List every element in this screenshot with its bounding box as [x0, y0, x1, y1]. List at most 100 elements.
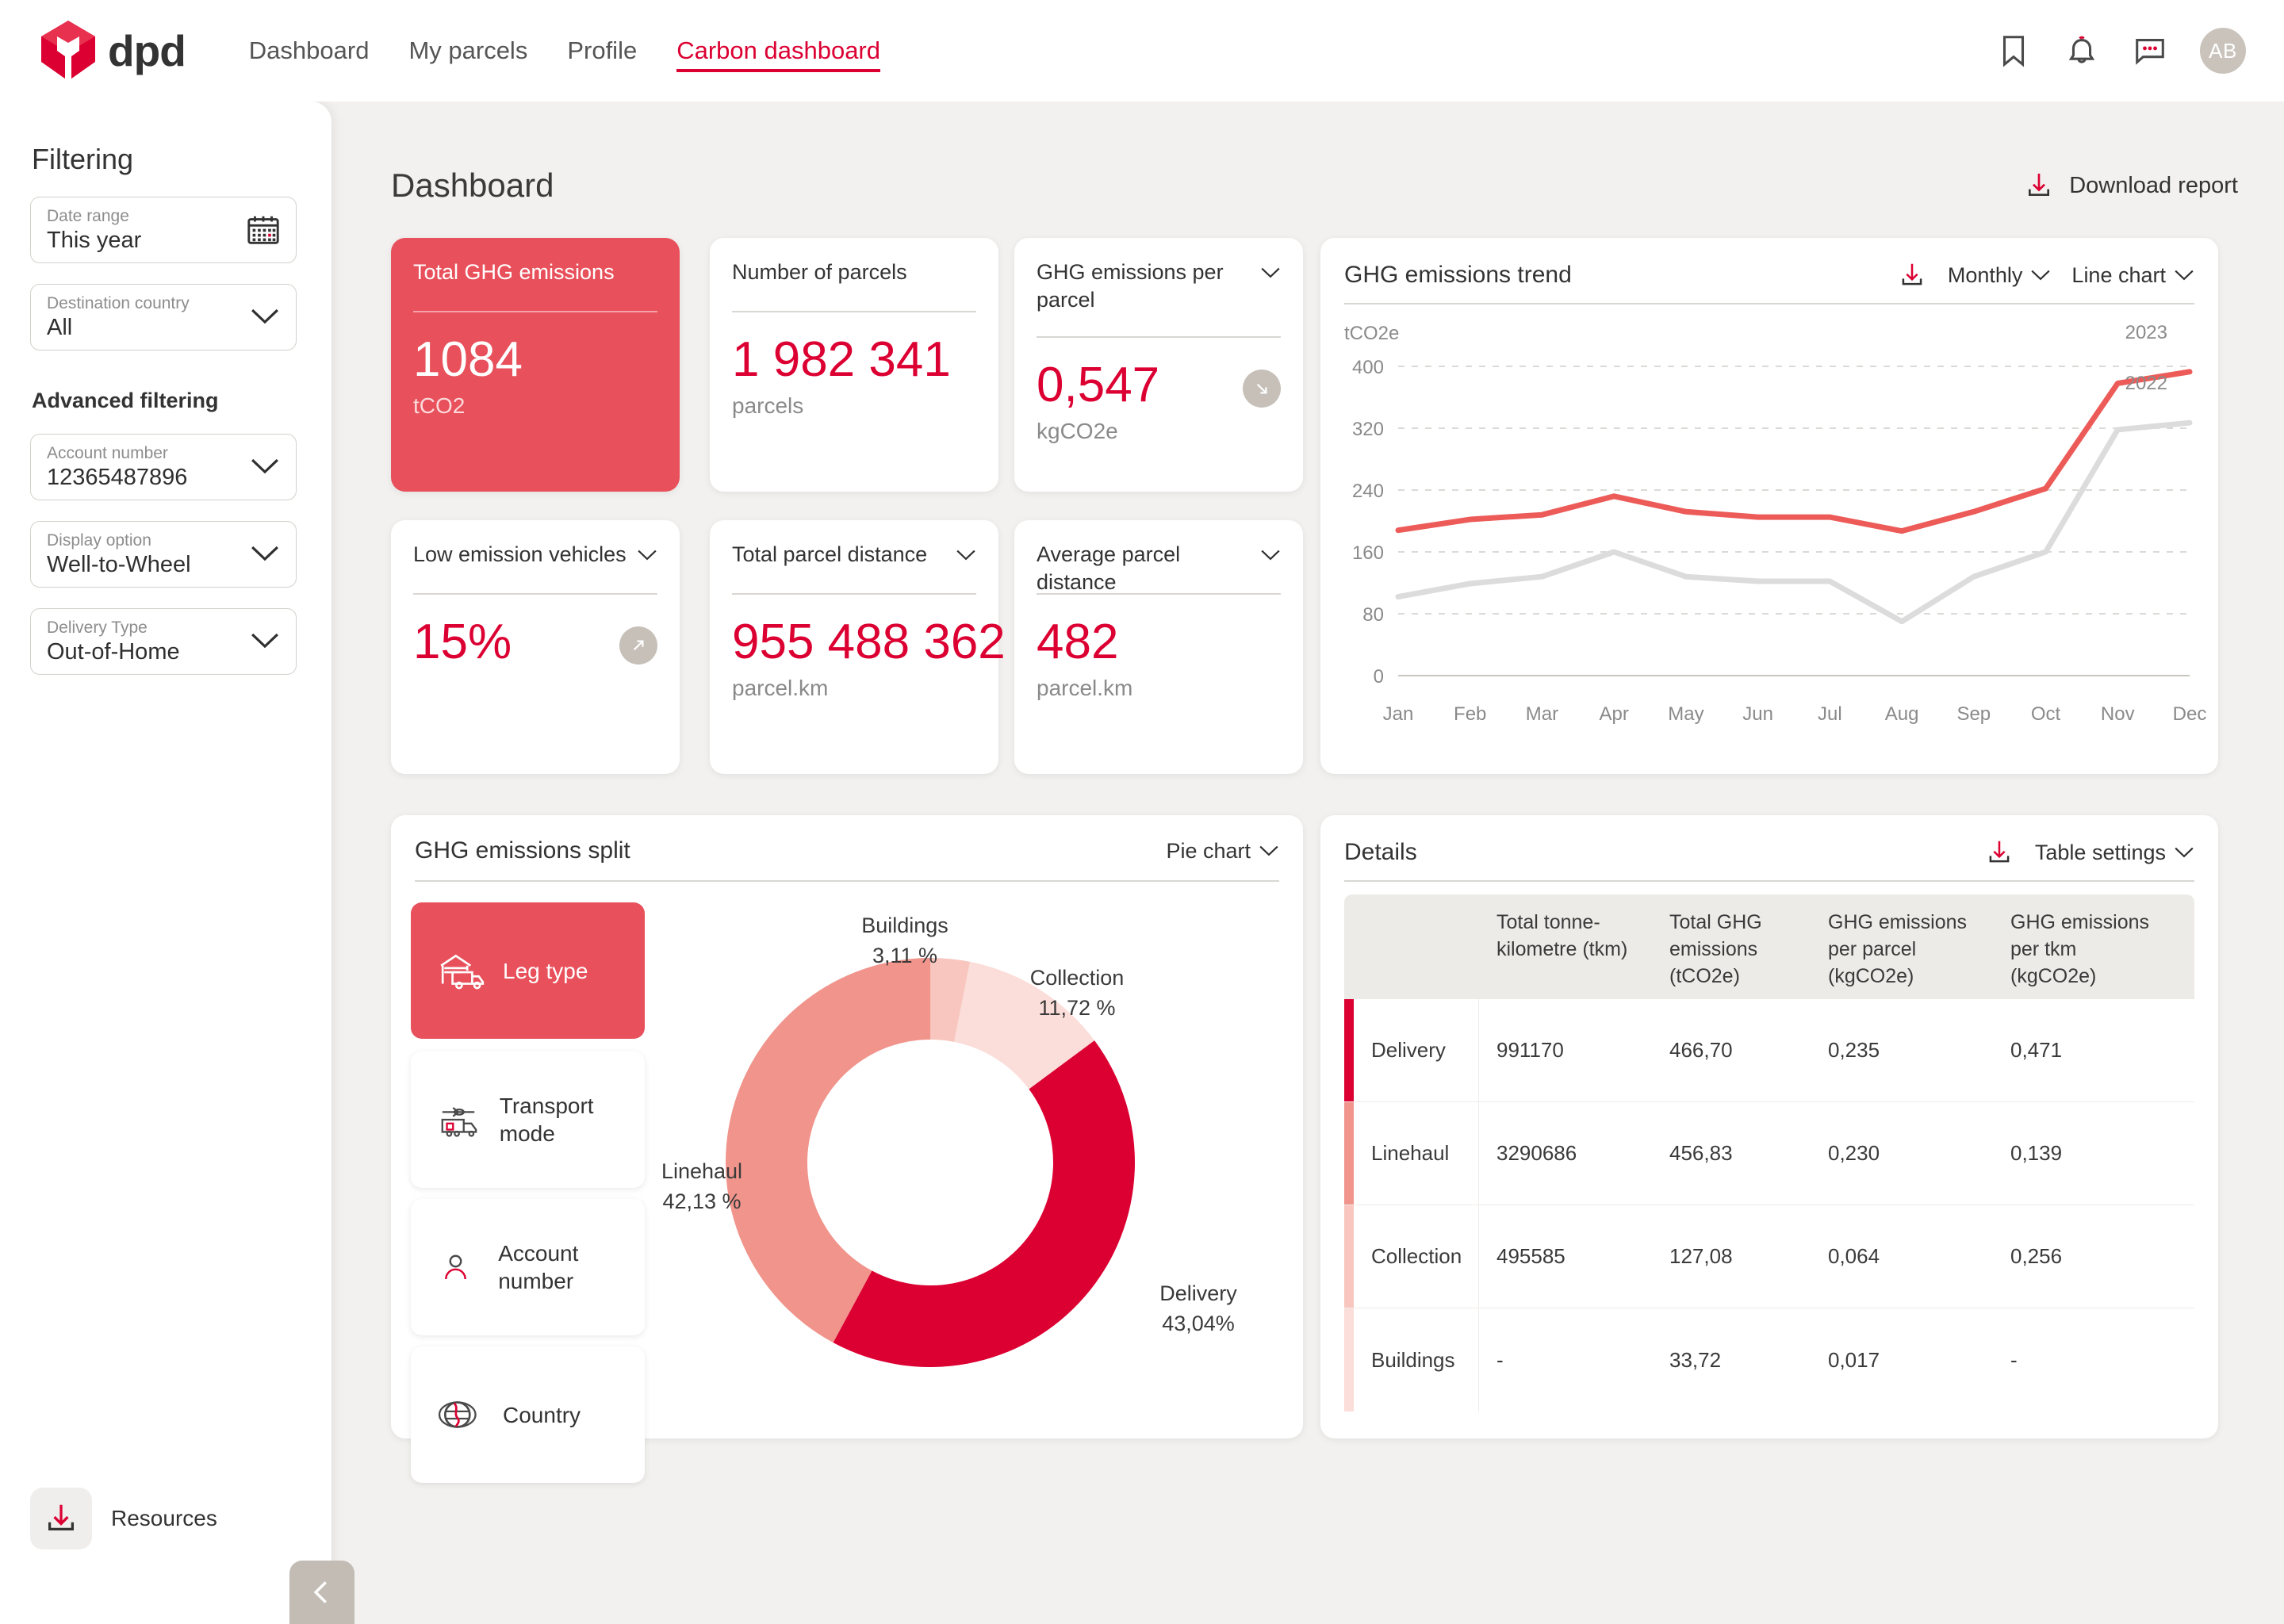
split-selector-country[interactable]: Country: [411, 1346, 645, 1483]
resources-button[interactable]: Resources: [30, 1488, 217, 1549]
kpi-unit: tCO2: [413, 393, 466, 418]
kpi-header: Average parcel distance: [1037, 541, 1281, 596]
filter-destination-country-label: Destination country: [47, 294, 190, 312]
download-icon: [48, 1504, 75, 1531]
trend-down-badge[interactable]: [1243, 370, 1281, 408]
ghg-trend-line-chart: tCO2e 0 80 160 240 320 400 Jan Feb Mar Apr May Jun Ju…: [1344, 322, 2206, 725]
chevron-down-icon[interactable]: [250, 631, 280, 650]
chevron-down-icon[interactable]: [250, 457, 280, 476]
svg-text:11,72 %: 11,72 %: [1038, 996, 1115, 1020]
panel-header: GHG emissions trend Monthly Line chart: [1344, 260, 2194, 290]
kpi-title: Total GHG emissions: [413, 260, 615, 284]
kpi-value: 1084: [413, 332, 523, 387]
panel-tools: Pie chart: [1166, 839, 1279, 864]
chevron-down-icon[interactable]: [1260, 266, 1281, 279]
download-icon[interactable]: [1897, 260, 1927, 290]
svg-text:Jan: Jan: [1383, 703, 1414, 725]
split-selector-account-number[interactable]: Account number: [411, 1199, 645, 1335]
kpi-unit: parcel.km: [732, 676, 829, 700]
table-row[interactable]: Buildings - 33,72 0,017 -: [1344, 1308, 2194, 1411]
arrow-down-right-icon: [1256, 383, 1267, 394]
nav-item-profile[interactable]: Profile: [567, 0, 637, 102]
svg-text:Oct: Oct: [2031, 703, 2061, 725]
table-header-row: Total tonne-kilometre (tkm) Total GHG em…: [1344, 894, 2194, 999]
row-tkm: 3290686: [1496, 1141, 1577, 1165]
row-per-parcel: 0,230: [1828, 1141, 1880, 1165]
row-per-parcel: 0,235: [1828, 1038, 1880, 1062]
kpi-value: 0,547: [1037, 358, 1160, 412]
row-name: Delivery: [1344, 999, 1479, 1101]
filter-account-number-value: 12365487896: [47, 465, 188, 490]
dpd-wordmark: dpd: [108, 25, 186, 75]
filter-date-range[interactable]: Date range This year: [30, 197, 297, 263]
nav-item-carbon-dashboard[interactable]: Carbon dashboard: [676, 0, 880, 102]
filter-destination-country[interactable]: Destination country All: [30, 284, 297, 350]
split-chart-type-value: Pie chart: [1166, 838, 1251, 863]
kpi-card-average-parcel-distance[interactable]: Average parcel distance 482 parcel.km: [1014, 520, 1303, 774]
filter-display-option-label: Display option: [47, 531, 151, 550]
kpi-card-ghg-per-parcel[interactable]: GHG emissions per parcel 0,547 kgCO2e: [1014, 238, 1303, 492]
sidebar-collapse-button[interactable]: [289, 1561, 354, 1624]
row-name: Linehaul: [1344, 1102, 1479, 1205]
panel-header: Details Table settings: [1344, 837, 2194, 868]
table-row[interactable]: Linehaul 3290686 456,83 0,230 0,139: [1344, 1102, 2194, 1205]
panel-tools: Monthly Line chart: [1897, 260, 2194, 290]
chart-type-select[interactable]: Line chart: [2071, 263, 2194, 288]
advanced-filtering-title: Advanced filtering: [32, 389, 219, 412]
globe-icon: [438, 1401, 477, 1428]
filter-sidebar: Filtering Date range This year Destinati…: [0, 102, 354, 1624]
chevron-down-icon[interactable]: [956, 549, 976, 561]
kpi-header: Total parcel distance: [732, 541, 976, 569]
download-report-label: Download report: [2069, 172, 2238, 198]
svg-text:tCO2e: tCO2e: [1344, 323, 1399, 344]
chevron-down-icon[interactable]: [1260, 549, 1281, 561]
svg-text:Aug: Aug: [1885, 703, 1919, 725]
filter-delivery-type[interactable]: Delivery Type Out-of-Home: [30, 608, 297, 675]
chat-icon[interactable]: [2132, 33, 2168, 69]
download-icon[interactable]: [1984, 837, 2014, 868]
top-navigation-bar: dpd Dashboard My parcels Profile Carbon …: [0, 0, 2284, 102]
chevron-down-icon: [2031, 270, 2051, 281]
svg-text:Linehaul: Linehaul: [661, 1159, 742, 1183]
granularity-select[interactable]: Monthly: [1948, 263, 2052, 288]
table-settings-select[interactable]: Table settings: [2035, 841, 2194, 865]
kpi-value: 15%: [413, 615, 512, 669]
kpi-card-total-parcel-distance[interactable]: Total parcel distance 955 488 362 parcel…: [710, 520, 1006, 774]
split-selector-label: Account number: [498, 1241, 579, 1293]
page-title: Dashboard: [391, 167, 554, 204]
kpi-value: 1 982 341: [732, 332, 951, 387]
kpi-card-total-ghg-emissions[interactable]: Total GHG emissions 1084 tCO2: [391, 238, 680, 492]
filter-display-option[interactable]: Display option Well-to-Wheel: [30, 521, 297, 588]
dpd-logo[interactable]: dpd: [38, 19, 186, 82]
chevron-down-icon[interactable]: [637, 549, 657, 561]
kpi-card-low-emission-vehicles[interactable]: Low emission vehicles 15%: [391, 520, 680, 774]
row-per-parcel: 0,017: [1828, 1347, 1880, 1372]
panel-divider: [1344, 880, 2194, 882]
kpi-divider: [732, 593, 976, 595]
trend-up-badge[interactable]: [619, 626, 657, 665]
filter-date-range-label: Date range: [47, 207, 129, 225]
svg-text:3,11 %: 3,11 %: [872, 944, 937, 967]
split-selector-label: Country: [503, 1402, 581, 1427]
table-row[interactable]: Collection 495585 127,08 0,064 0,256: [1344, 1205, 2194, 1308]
bell-icon[interactable]: [2064, 33, 2100, 69]
nav-item-my-parcels[interactable]: My parcels: [408, 0, 527, 102]
filter-account-number[interactable]: Account number 12365487896: [30, 434, 297, 500]
bookmark-icon[interactable]: [1995, 33, 2032, 69]
table-row[interactable]: Delivery 991170 466,70 0,235 0,471: [1344, 999, 2194, 1102]
kpi-card-number-of-parcels[interactable]: Number of parcels 1 982 341 parcels: [710, 238, 998, 492]
header-icon-group: AB: [1995, 0, 2246, 102]
chevron-down-icon[interactable]: [250, 544, 280, 563]
chevron-down-icon: [1259, 845, 1278, 856]
split-selector-leg-type[interactable]: Leg type: [411, 902, 645, 1039]
calendar-icon[interactable]: [245, 212, 282, 248]
nav-item-dashboard[interactable]: Dashboard: [249, 0, 370, 102]
dpd-logo-mark: [41, 21, 95, 81]
chevron-down-icon[interactable]: [250, 307, 280, 326]
split-selector-transport-mode[interactable]: Transport mode: [411, 1051, 645, 1188]
download-report-button[interactable]: Download report: [2023, 170, 2238, 201]
kpi-divider: [732, 311, 976, 312]
row-per-tkm: 0,471: [2010, 1038, 2063, 1062]
avatar[interactable]: AB: [2200, 28, 2246, 74]
split-chart-type-select[interactable]: Pie chart: [1166, 839, 1279, 864]
